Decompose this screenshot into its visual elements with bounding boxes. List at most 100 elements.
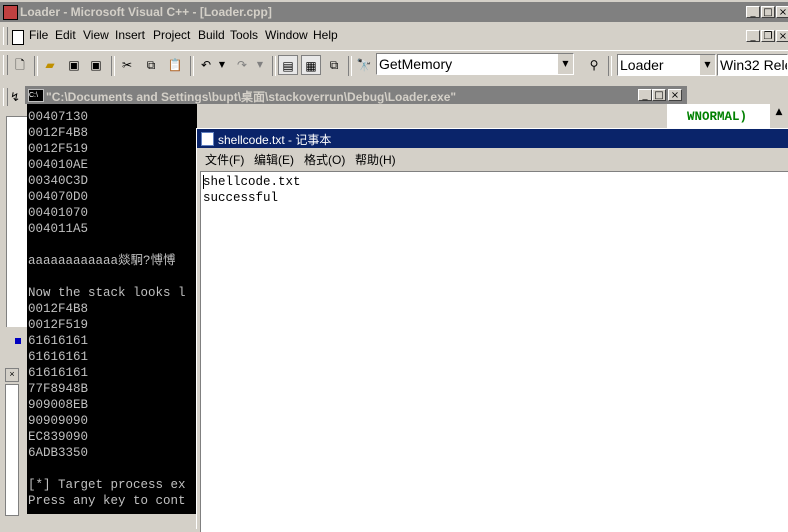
search-binoculars-icon[interactable]: ⚲ [584,55,604,75]
config-combo-value: Win32 Release [720,57,787,73]
mdi-minimize-button[interactable]: _ [746,30,760,42]
menu-tools[interactable]: Tools [230,28,258,42]
console-line: 6ADB3350 [28,446,89,460]
save-icon[interactable]: ▣ [64,55,84,75]
config-combo[interactable]: Win32 Release [717,54,788,76]
console-line: 0012F519 [28,142,89,156]
console-line: 61616161 [28,334,89,348]
main-window-title: Loader - Microsoft Visual C++ - [Loader.… [20,5,272,19]
mdi-close-button[interactable]: × [776,30,788,42]
code-editor-fragment: WNORMAL) ▲ [667,104,788,128]
console-minimize-button[interactable]: _ [638,89,652,101]
save-all-icon[interactable]: ▣ [86,55,106,75]
menu-window[interactable]: Window [265,28,308,42]
workspace-pane [6,116,28,327]
console-line: EC839090 [28,430,89,444]
close-button[interactable]: × [776,6,788,18]
scroll-pane[interactable] [5,384,19,516]
console-line: 90909090 [28,414,89,428]
console-line: 909008EB [28,398,89,412]
maximize-button[interactable]: □ [761,6,775,18]
console-icon: C:\ [28,89,44,102]
console-maximize-button[interactable]: □ [652,89,666,101]
toolbar-separator [272,56,276,76]
toolbar-separator [608,56,612,76]
chevron-down-icon[interactable]: ▼ [557,54,573,74]
project-combo-value: Loader [620,57,664,73]
notepad-title: shellcode.txt - 记事本 [218,133,332,147]
console-line: Press any key to cont [28,494,186,508]
function-combo[interactable]: GetMemory ▼ [376,53,574,75]
workspace-pane-strip: ↯ × [0,84,28,516]
menu-build[interactable]: Build [198,28,225,42]
redo-dropdown-icon[interactable]: ▼ [250,55,270,75]
notepad-menu-help[interactable]: 帮助(H) [355,151,396,168]
code-editor-scrollbar[interactable]: ▲ [770,104,788,128]
cut-icon[interactable]: ✂ [117,55,137,75]
open-folder-icon[interactable]: ▰ [40,55,60,75]
mdi-restore-button[interactable]: ❐ [761,30,775,42]
console-line: 0012F4B8 [28,302,89,316]
console-line: 0012F519 [28,318,89,332]
project-combo[interactable]: Loader ▼ [617,54,716,76]
vc-app-icon [3,5,18,20]
console-line: Now the stack looks l [28,286,186,300]
menu-insert[interactable]: Insert [115,28,145,42]
output-icon[interactable]: ▦ [301,55,321,75]
notepad-menu-file[interactable]: 文件(F) [205,151,244,168]
marker-icon [15,338,21,344]
window-list-icon[interactable]: ⧉ [324,55,344,75]
console-line: 00407130 [28,110,89,124]
console-title: "C:\Documents and Settings\bupt\桌面\stack… [46,90,457,104]
console-close-button[interactable]: × [668,89,682,101]
undo-dropdown-icon[interactable]: ▼ [212,55,232,75]
console-output[interactable]: 00407130 0012F4B8 0012F519 004010AE 00340C3D… [27,104,197,514]
notepad-text-line: shellcode.txt [203,175,301,189]
copy-icon[interactable]: ⧉ [141,55,161,75]
panel-icon: ↯ [10,90,21,104]
menu-edit[interactable]: Edit [55,28,76,42]
close-icon[interactable]: × [5,368,19,382]
console-line: 004011A5 [28,222,89,236]
new-file-icon[interactable]: 🗋 [10,55,30,75]
toolbar-separator [111,56,115,76]
chevron-down-icon[interactable]: ▼ [699,55,715,75]
main-title-bar: Loader - Microsoft Visual C++ - [Loader.… [0,2,788,22]
console-line: 77F8948B [28,382,89,396]
console-title-bar: C:\ "C:\Documents and Settings\bupt\桌面\s… [25,86,687,104]
console-line: 61616161 [28,366,89,380]
doc-icon[interactable] [12,30,24,45]
menu-help[interactable]: Help [313,28,338,42]
code-snippet: WNORMAL) [687,110,748,124]
bar-grip [3,88,8,106]
notepad-title-bar: shellcode.txt - 记事本 [197,129,788,148]
console-line: [*] Target process ex [28,478,186,492]
console-line: 00340C3D [28,174,89,188]
menu-view[interactable]: View [83,28,109,42]
toolbar-separator [348,56,352,76]
console-line: 0012F4B8 [28,126,89,140]
menu-file[interactable]: File [29,28,48,42]
console-line: aaaaaaaaaaaa燚駉?愽愽 [28,254,176,268]
paste-icon[interactable]: 📋 [165,55,185,75]
toolbar-separator [190,56,194,76]
console-line: 61616161 [28,350,89,364]
workspace-icon[interactable]: ▤ [278,55,298,75]
notepad-text-area[interactable]: shellcode.txt successful [200,171,788,532]
toolbar-grip [3,55,8,75]
function-combo-value: GetMemory [379,56,453,72]
notepad-icon [201,132,214,146]
redo-icon[interactable]: ↷ [232,55,252,75]
minimize-button[interactable]: _ [746,6,760,18]
notepad-menu-format[interactable]: 格式(O) [304,151,345,168]
toolbar-separator [34,56,38,76]
notepad-text-line: successful [203,191,279,205]
find-in-files-icon[interactable]: 🔭 [354,55,374,75]
menu-project[interactable]: Project [153,28,190,42]
notepad-window: shellcode.txt - 记事本 文件(F) 编辑(E) 格式(O) 帮助… [196,128,788,532]
notepad-menu-edit[interactable]: 编辑(E) [254,151,294,168]
console-line: 004070D0 [28,190,89,204]
console-line: 00401070 [28,206,89,220]
menubar-grip [3,27,8,45]
console-line: 004010AE [28,158,89,172]
